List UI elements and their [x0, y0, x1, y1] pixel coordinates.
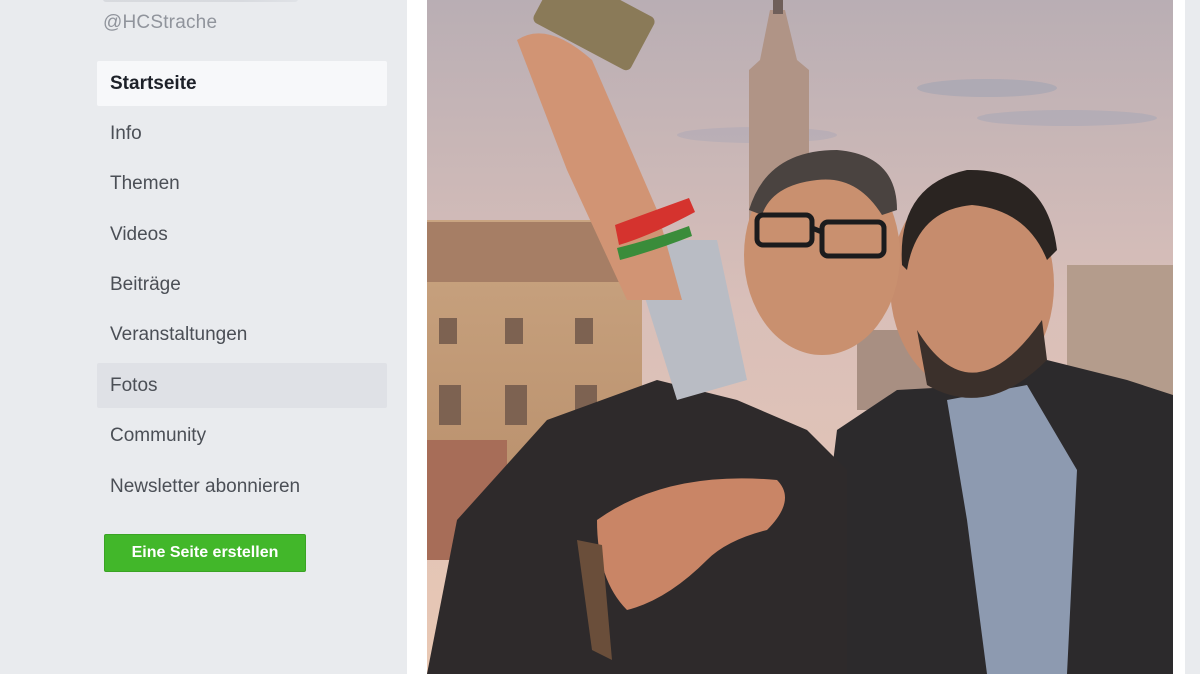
- nav-item-themen[interactable]: Themen: [97, 162, 387, 207]
- nav-item-label: Veranstaltungen: [110, 324, 248, 346]
- nav-item-veranstaltungen[interactable]: Veranstaltungen: [97, 313, 387, 358]
- page-nav: Startseite Info Themen Videos Beiträge V…: [97, 61, 387, 515]
- nav-item-label: Videos: [110, 223, 168, 245]
- selfie-photo-illustration: [427, 0, 1173, 674]
- nav-item-label: Beiträge: [110, 274, 181, 296]
- cloud: [977, 110, 1157, 126]
- nav-item-beitraege[interactable]: Beiträge: [97, 263, 387, 308]
- page-handle[interactable]: @HCStrache: [103, 12, 217, 34]
- cloud: [917, 79, 1057, 97]
- page-name-cropped: [103, 0, 298, 2]
- nav-item-label: Startseite: [110, 72, 197, 94]
- nav-item-newsletter[interactable]: Newsletter abonnieren: [97, 464, 387, 509]
- nav-item-community[interactable]: Community: [97, 414, 387, 459]
- nav-item-label: Fotos: [110, 374, 158, 396]
- create-page-button[interactable]: Eine Seite erstellen: [104, 534, 306, 572]
- nav-item-label: Themen: [110, 173, 180, 195]
- post-photo[interactable]: [427, 0, 1173, 674]
- tower-spire: [773, 0, 783, 14]
- nav-item-startseite[interactable]: Startseite: [97, 61, 387, 106]
- nav-item-fotos[interactable]: Fotos: [97, 363, 387, 409]
- nav-item-label: Newsletter abonnieren: [110, 475, 301, 497]
- nav-item-label: Info: [110, 122, 142, 144]
- nav-item-info[interactable]: Info: [97, 111, 387, 156]
- nav-item-label: Community: [110, 425, 207, 447]
- nav-item-videos[interactable]: Videos: [97, 212, 387, 257]
- page-sidebar: @HCStrache Startseite Info Themen Videos…: [0, 0, 405, 674]
